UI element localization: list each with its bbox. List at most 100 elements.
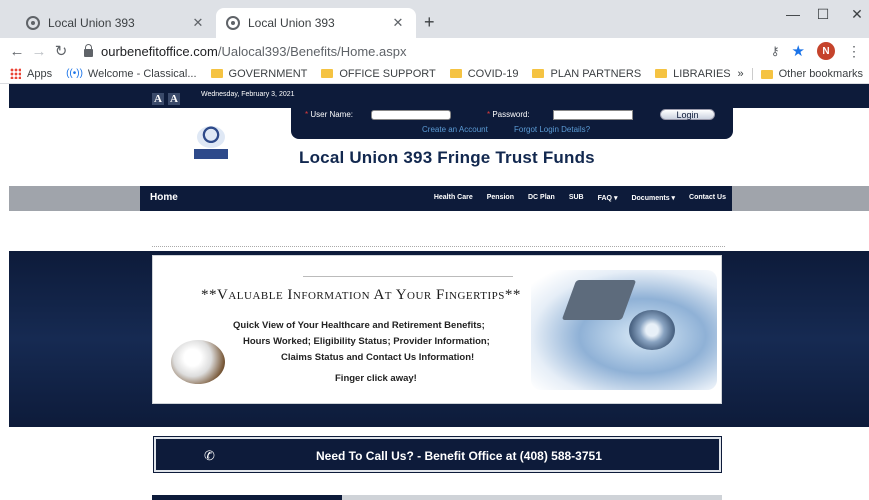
logo-bar — [194, 149, 228, 159]
nav-home[interactable]: Home — [150, 192, 178, 203]
nav-dc-plan[interactable]: DC Plan — [528, 194, 555, 202]
profile-avatar[interactable]: N — [817, 42, 835, 60]
url-path: /Ualocal393/Benefits/Home.aspx — [217, 43, 407, 59]
bookmark-label: GOVERNMENT — [228, 67, 308, 80]
page-left-edge — [0, 84, 9, 500]
password-label-text: Password: — [492, 110, 530, 119]
globe-icon — [226, 16, 240, 30]
nav-sub[interactable]: SUB — [569, 194, 584, 202]
nav-contact-us[interactable]: Contact Us — [689, 194, 726, 202]
login-panel: * User Name: * Password: Login Create an… — [291, 106, 733, 139]
banner-line-3: Claims Status and Contact Us Information… — [281, 352, 475, 363]
banner-line-2: Hours Worked; Eligibility Status; Provid… — [243, 336, 490, 347]
other-bookmarks[interactable]: Other bookmarks — [760, 68, 863, 80]
username-label: * User Name: — [305, 110, 354, 119]
bookmark-office-support[interactable]: OFFICE SUPPORT — [321, 67, 436, 80]
key-icon[interactable]: ⚷ — [771, 44, 780, 58]
divider — [152, 246, 725, 247]
bookmark-label: OFFICE SUPPORT — [339, 67, 436, 80]
site-title: Local Union 393 Fringe Trust Funds — [299, 148, 595, 167]
tab-title: Local Union 393 — [248, 16, 335, 30]
maximize-icon[interactable]: ☐ — [808, 6, 838, 23]
folder-icon — [760, 69, 773, 79]
tab-title: Local Union 393 — [48, 16, 135, 30]
bookmark-label: PLAN PARTNERS — [550, 67, 642, 80]
top-band: A A Wednesday, February 3, 2021 — [9, 84, 869, 108]
union-seal-icon — [197, 126, 225, 148]
current-date: Wednesday, February 3, 2021 — [201, 91, 295, 98]
stethoscope-image — [531, 270, 717, 390]
folder-icon — [210, 69, 223, 78]
folder-icon — [449, 69, 462, 78]
password-label: * Password: — [487, 110, 530, 119]
font-decrease-button[interactable]: A — [152, 93, 164, 105]
calculator-shape — [561, 280, 637, 320]
hero-banner[interactable]: **Valuable Information At Your Fingertip… — [152, 255, 722, 404]
nav-health-care[interactable]: Health Care — [434, 194, 473, 202]
call-us-bar[interactable]: ✆ Need To Call Us? - Benefit Office at (… — [154, 437, 721, 472]
bookmarks-bar: Apps ((•)) Welcome - Classical... GOVERNM… — [0, 64, 869, 84]
window-close-icon[interactable]: ✕ — [842, 6, 869, 23]
create-account-link[interactable]: Create an Account — [422, 125, 488, 134]
broadcast-icon: ((•)) — [66, 68, 83, 79]
bookmark-label: COVID-19 — [467, 67, 519, 80]
forgot-login-link[interactable]: Forgot Login Details? — [514, 125, 590, 134]
close-icon[interactable]: ✕ — [190, 15, 206, 31]
web-page: A A Wednesday, February 3, 2021 Local Un… — [9, 84, 869, 500]
new-tab-button[interactable]: + — [424, 12, 435, 33]
close-icon[interactable]: ✕ — [390, 15, 406, 31]
call-us-text: Need To Call Us? - Benefit Office at (40… — [316, 449, 602, 463]
username-input[interactable] — [371, 110, 451, 120]
union-logo — [194, 126, 228, 160]
nav-inner: Home Health Care Pension DC Plan SUB FAQ… — [140, 186, 732, 211]
nav-faq-dropdown[interactable]: FAQ ▾ — [598, 194, 618, 202]
nav-documents-dropdown[interactable]: Documents ▾ — [631, 194, 675, 202]
lock-icon[interactable] — [84, 43, 93, 57]
back-arrow-icon[interactable]: ← — [6, 43, 28, 60]
content-tabs — [152, 495, 722, 500]
bookmark-label: Apps — [27, 67, 53, 80]
bookmark-label: Welcome - Classical... — [87, 67, 197, 80]
password-input[interactable] — [553, 110, 633, 120]
folder-icon — [321, 69, 334, 78]
bookmark-plan-partners[interactable]: PLAN PARTNERS — [532, 68, 641, 80]
nav-items: Health Care Pension DC Plan SUB FAQ ▾ Do… — [434, 194, 726, 202]
bookmark-apps[interactable]: Apps — [10, 68, 52, 80]
reload-icon[interactable]: ↻ — [50, 42, 72, 60]
bookmark-government[interactable]: GOVERNMENT — [210, 67, 308, 80]
apps-grid-icon — [10, 68, 21, 79]
address-bar[interactable]: ourbenefitoffice.com/Ualocal393/Benefits… — [101, 44, 406, 59]
minimize-icon[interactable]: — — [778, 6, 808, 22]
browser-tab-2[interactable]: Local Union 393 ✕ — [216, 8, 416, 38]
bookmark-label: Other bookmarks — [778, 68, 863, 80]
banner-line-1: Quick View of Your Healthcare and Retire… — [233, 320, 485, 331]
nav-pension[interactable]: Pension — [487, 194, 514, 202]
globe-icon — [26, 16, 40, 30]
main-nav: Home Health Care Pension DC Plan SUB FAQ… — [9, 186, 869, 211]
font-size-controls: A A — [152, 93, 180, 105]
browser-tabstrip: Local Union 393 ✕ Local Union 393 ✕ + — … — [0, 0, 869, 38]
bookmarks-overflow-button[interactable]: » — [738, 68, 744, 80]
banner-line-4: Finger click away! — [335, 373, 417, 384]
folder-icon — [655, 69, 668, 78]
forward-arrow-icon[interactable]: → — [28, 43, 50, 60]
menu-dots-icon[interactable]: ⋮ — [847, 43, 861, 60]
browser-toolbar: ← → ↻ ourbenefitoffice.com/Ualocal393/Be… — [0, 38, 869, 64]
username-label-text: User Name: — [310, 110, 354, 119]
url-host: ourbenefitoffice.com — [101, 43, 218, 59]
font-increase-button[interactable]: A — [167, 93, 180, 105]
retirement-ball-image — [171, 340, 225, 384]
folder-icon — [532, 69, 545, 78]
browser-tab-1[interactable]: Local Union 393 ✕ — [16, 8, 216, 38]
bookmark-libraries[interactable]: LIBRARIES — [655, 67, 731, 80]
bookmark-label: LIBRARIES — [673, 67, 731, 80]
bookmark-welcome[interactable]: ((•)) Welcome - Classical... — [66, 68, 196, 80]
star-icon[interactable]: ★ — [792, 42, 805, 60]
login-button[interactable]: Login — [660, 109, 715, 120]
content-tab-active[interactable] — [152, 495, 342, 500]
stethoscope-disk-shape — [629, 310, 675, 350]
divider — [751, 68, 753, 80]
bookmark-covid[interactable]: COVID-19 — [449, 67, 519, 80]
divider — [303, 276, 513, 277]
banner-headline: **Valuable Information At Your Fingertip… — [201, 287, 521, 303]
